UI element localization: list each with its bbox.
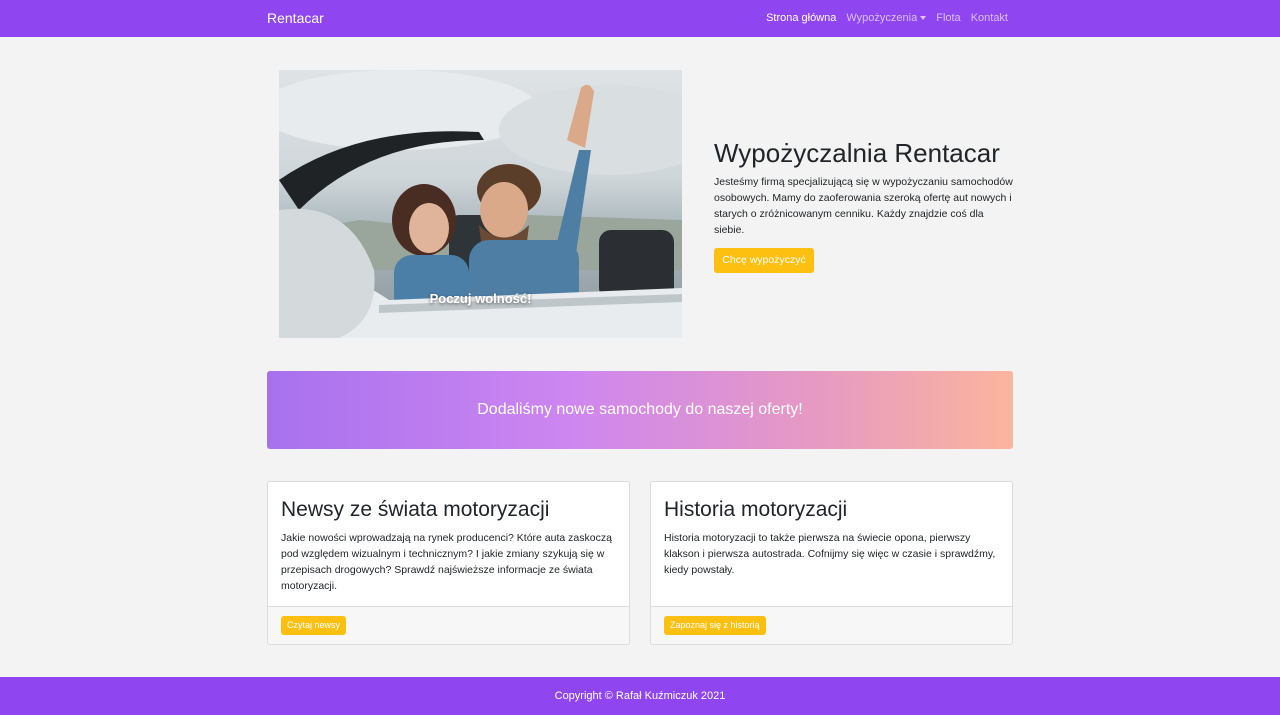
hero-caption: Poczuj wolność! [429,291,532,306]
brand-logo-link[interactable]: Rentacar [267,10,324,26]
card-body: Newsy ze świata motoryzacji Jakie nowośc… [281,496,616,594]
read-news-button[interactable]: Czytaj newsy [281,616,347,635]
nav-home-link[interactable]: Strona główna [766,12,836,24]
nav-rentals-label: Wypożyczenia [846,12,918,24]
nav-fleet-link[interactable]: Flota [936,12,960,24]
nav-contact-link[interactable]: Kontakt [971,12,1008,24]
card-text: Jakie nowości wprowadzają na rynek produ… [281,532,612,592]
card-title: Historia motoryzacji [664,498,848,521]
banner-text: Dodaliśmy nowe samochody do naszej ofert… [477,401,803,418]
rent-now-button[interactable]: Chcę wypożyczyć [714,248,814,273]
card-body: Historia motoryzacji Historia motoryzacj… [664,496,999,578]
card-footer: Czytaj newsy [268,606,629,644]
hero-text-block: Wypożyczalnia Rentacar Jesteśmy firmą sp… [714,138,1014,238]
caret-down-icon [920,16,927,21]
news-card: Newsy ze świata motoryzacji Jakie nowośc… [267,481,630,645]
nav-menu: Strona główna Wypożyczenia Flota Kontakt [766,12,1008,24]
card-footer: Zapoznaj się z historią [651,606,1012,644]
page-footer: Copyright © Rafał Kuźmiczuk 2021 [0,677,1280,715]
hero-description: Jesteśmy firmą specjalizującą się w wypo… [714,176,1013,236]
hero-title: Wypożyczalnia Rentacar [714,138,1000,168]
promo-banner: Dodaliśmy nowe samochody do naszej ofert… [267,371,1013,449]
copyright-text: Copyright © Rafał Kuźmiczuk 2021 [554,690,726,702]
top-navbar: Rentacar Strona główna Wypożyczenia Flot… [0,0,1280,37]
nav-rentals-dropdown[interactable]: Wypożyczenia [846,12,927,24]
history-button[interactable]: Zapoznaj się z historią [664,616,766,635]
history-card: Historia motoryzacji Historia motoryzacj… [650,481,1013,645]
card-text: Historia motoryzacji to także pierwsza n… [664,532,996,576]
card-title: Newsy ze świata motoryzacji [281,498,550,521]
hero-image: Poczuj wolność! [279,70,682,338]
